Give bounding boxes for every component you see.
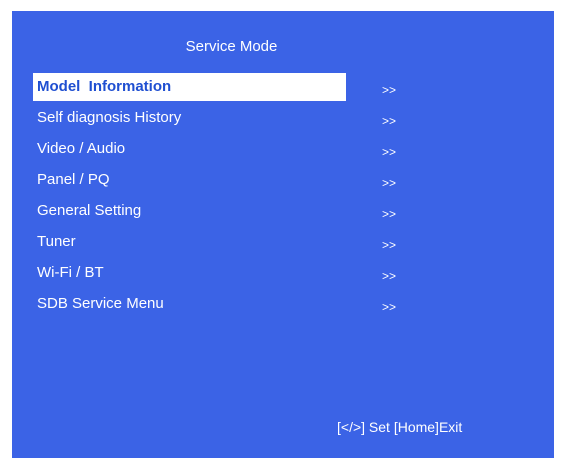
key-hint: [</>] Set [Home]Exit bbox=[337, 419, 463, 435]
menu-item-label: Tuner bbox=[37, 233, 76, 250]
menu-item-general-setting[interactable]: General Setting >> bbox=[33, 195, 533, 226]
menu-item-label: Model Information bbox=[33, 73, 346, 101]
page-title: Service Mode bbox=[185, 38, 278, 55]
service-mode-screen: Service Mode Model Information >> Self d… bbox=[12, 11, 554, 458]
menu-item-panel-pq[interactable]: Panel / PQ >> bbox=[33, 164, 533, 195]
menu-item-tuner[interactable]: Tuner >> bbox=[33, 226, 533, 257]
menu-item-self-diagnosis-history[interactable]: Self diagnosis History >> bbox=[33, 102, 533, 133]
menu-item-label: Panel / PQ bbox=[37, 171, 110, 188]
menu-item-label: Video / Audio bbox=[37, 140, 126, 157]
service-menu: Model Information >> Self diagnosis Hist… bbox=[33, 71, 533, 319]
menu-item-label: General Setting bbox=[37, 202, 142, 219]
menu-item-video-audio[interactable]: Video / Audio >> bbox=[33, 133, 533, 164]
submenu-arrow-icon: >> bbox=[382, 300, 397, 314]
menu-item-sdb-service-menu[interactable]: SDB Service Menu >> bbox=[33, 288, 533, 319]
menu-item-label: Self diagnosis History bbox=[37, 109, 182, 126]
menu-item-wifi-bt[interactable]: Wi-Fi / BT >> bbox=[33, 257, 533, 288]
menu-item-label: SDB Service Menu bbox=[37, 295, 164, 312]
menu-item-label: Wi-Fi / BT bbox=[37, 264, 104, 281]
menu-item-model-information[interactable]: Model Information >> bbox=[33, 71, 533, 102]
